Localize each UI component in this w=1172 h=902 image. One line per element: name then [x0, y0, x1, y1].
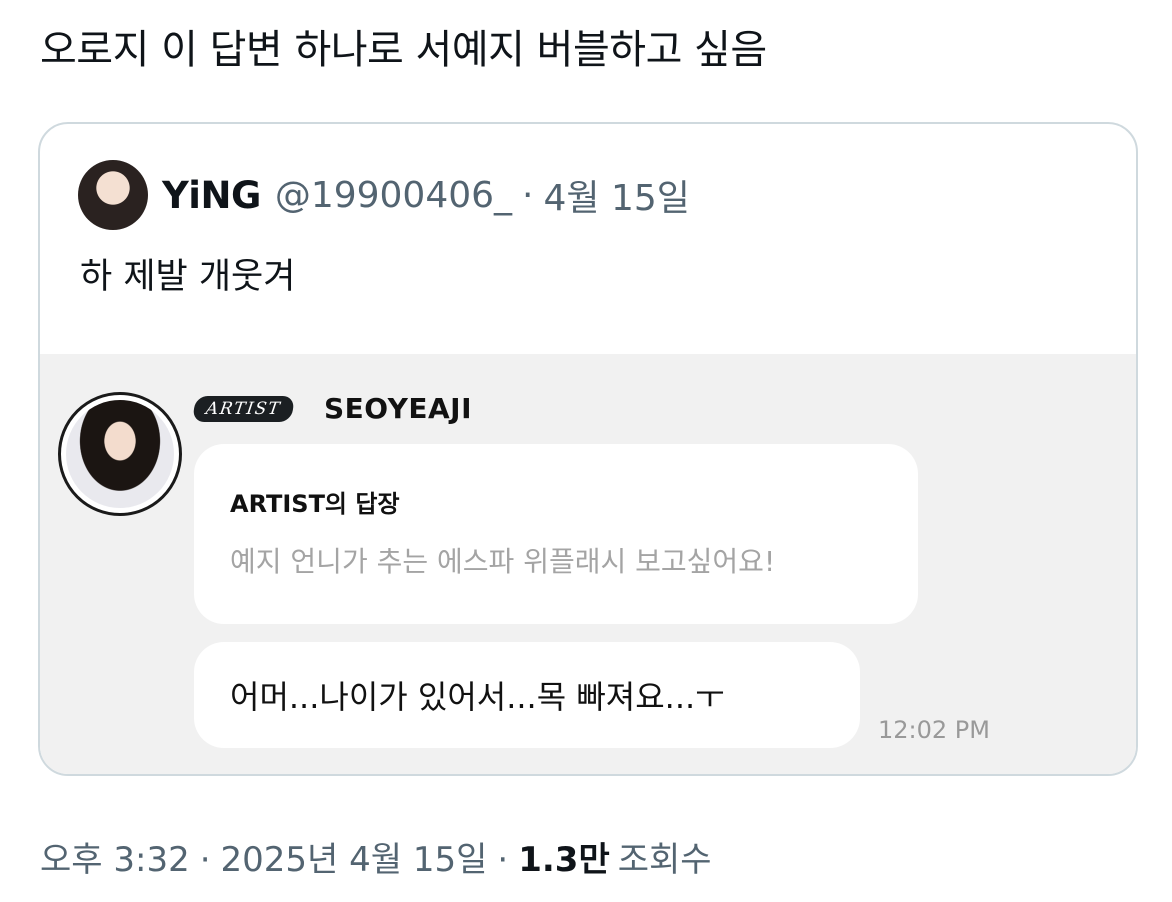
artist-answer-text: 어머...나이가 있어서...목 빠져요...ㅜ — [230, 678, 725, 716]
artist-avatar — [58, 392, 182, 516]
quoted-tweet-date[interactable]: 4월 15일 — [544, 169, 690, 221]
tweet-meta: 오후 3:32 · 2025년 4월 15일 · 1.3만 조회수 — [40, 832, 712, 881]
quoted-tweet-header: YiNG @19900406_ · 4월 15일 — [78, 160, 690, 230]
tweet-text: 오로지 이 답변 하나로 서예지 버블하고 싶음 — [40, 27, 767, 73]
quoted-tweet-card[interactable]: YiNG @19900406_ · 4월 15일 하 제발 개웃겨 ARTIST… — [38, 122, 1138, 776]
tweet-date[interactable]: 2025년 4월 15일 — [221, 832, 488, 881]
artist-name: SEOYEAJI — [324, 392, 473, 425]
reply-title: ARTIST의 답장 — [230, 490, 400, 518]
separator-dot: · — [199, 840, 211, 880]
quoted-author-handle[interactable]: @19900406_ — [275, 175, 512, 216]
reply-quote-bubble: ARTIST의 답장 예지 언니가 추는 에스파 위플래시 보고싶어요! — [194, 444, 918, 624]
tweet-time[interactable]: 오후 3:32 — [40, 832, 190, 881]
separator-dot: · — [497, 840, 509, 880]
avatar[interactable] — [78, 160, 148, 230]
artist-badge: ARTIST — [192, 396, 295, 422]
separator-dot: · — [522, 174, 534, 216]
artist-photo — [66, 400, 174, 508]
quoted-author-name[interactable]: YiNG — [162, 174, 261, 217]
views-label[interactable]: 조회수 — [618, 832, 712, 881]
fan-question-text: 예지 언니가 추는 에스파 위플래시 보고싶어요! — [230, 545, 776, 578]
artist-answer-bubble: 어머...나이가 있어서...목 빠져요...ㅜ — [194, 642, 860, 748]
quoted-tweet-text: 하 제발 개웃겨 — [80, 257, 296, 297]
tweet-detail-page: 오로지 이 답변 하나로 서예지 버블하고 싶음 YiNG @19900406_… — [0, 0, 1172, 902]
views-count[interactable]: 1.3만 — [518, 832, 610, 881]
message-timestamp: 12:02 PM — [878, 716, 990, 744]
quoted-media-image[interactable]: ARTIST SEOYEAJI ARTIST의 답장 예지 언니가 추는 에스파… — [40, 354, 1136, 774]
